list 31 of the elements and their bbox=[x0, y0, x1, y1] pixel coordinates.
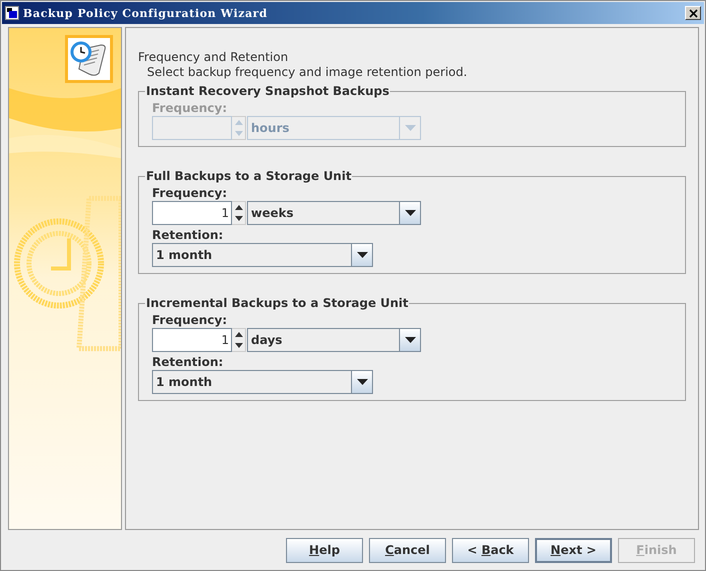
close-icon bbox=[688, 8, 698, 18]
wizard-button[interactable]: Help bbox=[286, 538, 363, 562]
field-label: Retention: bbox=[152, 354, 224, 370]
group-title: Incremental Backups to a Storage Unit bbox=[145, 296, 410, 310]
field-label: Retention: bbox=[152, 227, 224, 243]
page-subtitle: Select backup frequency and image retention period. bbox=[146, 65, 468, 80]
dropdown-arrow-icon bbox=[404, 337, 416, 343]
window-title: Backup Policy Configuration Wizard bbox=[23, 6, 268, 20]
group-title: Full Backups to a Storage Unit bbox=[145, 169, 352, 183]
wizard-button[interactable]: Cancel bbox=[369, 538, 446, 562]
group-title: Instant Recovery Snapshot Backups bbox=[145, 84, 390, 98]
dropdown-arrow-icon bbox=[404, 125, 416, 131]
window-icon bbox=[5, 6, 19, 20]
field-label: Frequency: bbox=[152, 185, 228, 201]
dropdown-arrow-icon bbox=[404, 210, 416, 216]
retention-dropdown[interactable]: 1 month bbox=[152, 243, 373, 267]
dropdown-arrow-icon bbox=[356, 252, 368, 258]
field-label: Frequency: bbox=[152, 312, 228, 328]
field-label: Frequency: bbox=[152, 100, 228, 116]
close-button[interactable] bbox=[685, 6, 701, 20]
retention-dropdown[interactable]: 1 month bbox=[152, 370, 373, 394]
wizard-button[interactable]: Next > bbox=[535, 538, 612, 562]
dropdown-arrow-icon bbox=[356, 379, 368, 385]
number-field[interactable]: 1 bbox=[152, 201, 232, 225]
wizard-button[interactable]: < Back bbox=[452, 538, 529, 562]
unit-dropdown[interactable]: weeks bbox=[247, 201, 421, 225]
spinner-arrows[interactable] bbox=[232, 328, 246, 352]
page-title: Frequency and Retention bbox=[138, 50, 290, 65]
number-field[interactable]: 1 bbox=[152, 328, 232, 352]
unit-dropdown[interactable]: days bbox=[247, 328, 421, 352]
spinner-arrows[interactable] bbox=[232, 201, 246, 225]
